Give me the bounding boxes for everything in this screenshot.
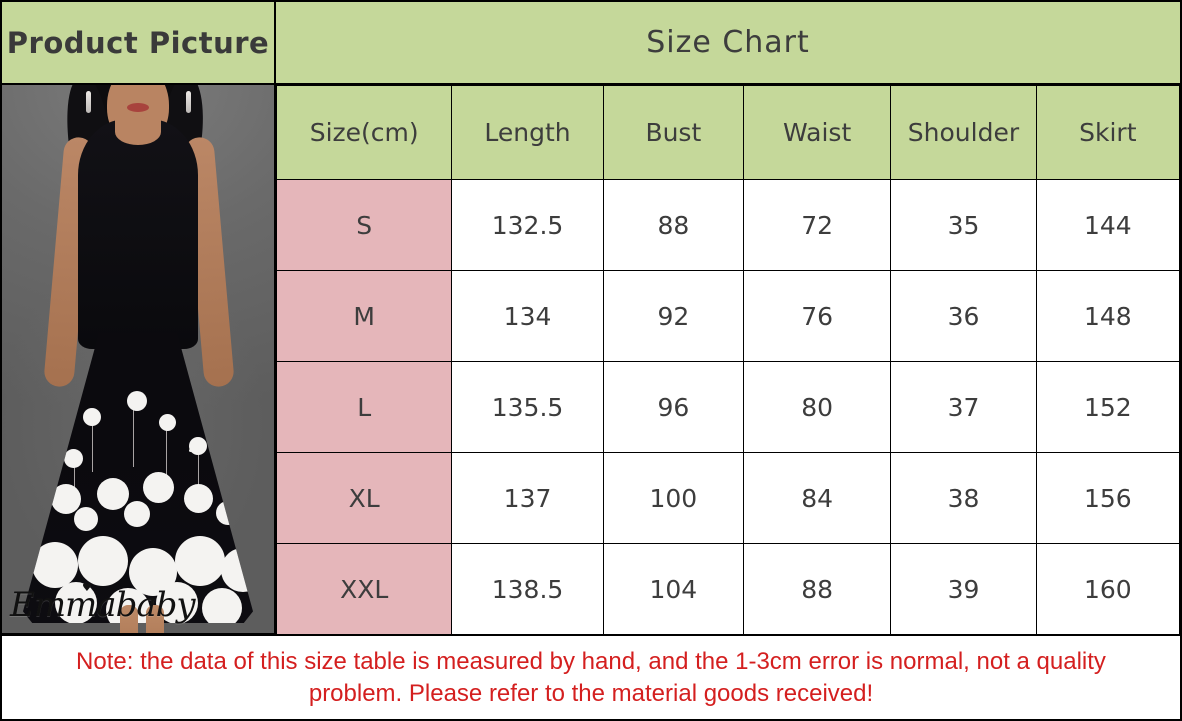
size-chart-column: Size Chart Size(cm) Length Bust Waist Sh…	[275, 2, 1181, 635]
column-header-shoulder: Shoulder	[890, 85, 1037, 180]
cell-length: 138.5	[451, 543, 604, 635]
cell-bust: 104	[602, 543, 745, 635]
dress-bodice-icon	[78, 119, 198, 349]
cell-skirt: 160	[1035, 543, 1181, 635]
size-chart-title-bar: Size Chart	[276, 2, 1180, 85]
cell-size: M	[275, 270, 453, 362]
cell-bust: 88	[602, 179, 745, 271]
cell-skirt: 148	[1035, 270, 1181, 362]
product-picture-column: Product Picture Emmababy ♥	[2, 2, 276, 634]
cell-length: 135.5	[451, 361, 604, 453]
cell-shoulder: 39	[890, 543, 1037, 635]
model-lips-icon	[127, 103, 149, 112]
cell-shoulder: 38	[890, 452, 1037, 544]
cell-size: S	[275, 179, 453, 271]
column-header-skirt: Skirt	[1035, 85, 1181, 180]
size-chart-title: Size Chart	[646, 25, 810, 60]
cell-bust: 96	[602, 361, 745, 453]
column-header-waist: Waist	[742, 85, 892, 180]
product-picture-header: Product Picture	[2, 2, 274, 85]
cell-waist: 72	[742, 179, 892, 271]
cell-waist: 84	[742, 452, 892, 544]
cell-size: XXL	[275, 543, 453, 635]
cell-length: 137	[451, 452, 604, 544]
column-header-length: Length	[451, 85, 604, 180]
earring-right-icon	[186, 91, 191, 113]
cell-bust: 100	[602, 452, 745, 544]
size-table: Size(cm) Length Bust Waist Shoulder Skir…	[275, 85, 1181, 635]
cell-length: 132.5	[451, 179, 604, 271]
cell-waist: 88	[742, 543, 892, 635]
earring-left-icon	[86, 91, 91, 113]
size-chart-page: Product Picture Emmababy ♥ Size Chart Si…	[0, 0, 1182, 721]
cell-shoulder: 35	[890, 179, 1037, 271]
top-section: Product Picture Emmababy ♥ Size Chart Si…	[2, 2, 1181, 635]
cell-length: 134	[451, 270, 604, 362]
cell-waist: 80	[742, 361, 892, 453]
model-neck-icon	[115, 119, 161, 145]
product-picture-label: Product Picture	[6, 25, 270, 60]
cell-skirt: 152	[1035, 361, 1181, 453]
cell-waist: 76	[742, 270, 892, 362]
cell-skirt: 156	[1035, 452, 1181, 544]
cell-shoulder: 36	[890, 270, 1037, 362]
cell-size: L	[275, 361, 453, 453]
table-row: XXL 138.5 104 88 39 160	[275, 543, 1181, 635]
product-photo: Emmababy ♥	[2, 85, 274, 634]
table-row: M 134 92 76 36 148	[275, 270, 1181, 362]
column-header-size: Size(cm)	[275, 85, 453, 180]
table-row: S 132.5 88 72 35 144	[275, 179, 1181, 271]
cell-shoulder: 37	[890, 361, 1037, 453]
table-row: XL 137 100 84 38 156	[275, 452, 1181, 544]
cell-bust: 92	[602, 270, 745, 362]
note-text: Note: the data of this size table is mea…	[76, 648, 1106, 707]
cell-skirt: 144	[1035, 179, 1181, 271]
table-header-row: Size(cm) Length Bust Waist Shoulder Skir…	[275, 85, 1181, 180]
note-banner: Note: the data of this size table is mea…	[2, 634, 1180, 719]
model-leg-right-icon	[146, 605, 164, 633]
table-row: L 135.5 96 80 37 152	[275, 361, 1181, 453]
column-header-bust: Bust	[602, 85, 745, 180]
model-leg-left-icon	[120, 605, 138, 633]
cell-size: XL	[275, 452, 453, 544]
